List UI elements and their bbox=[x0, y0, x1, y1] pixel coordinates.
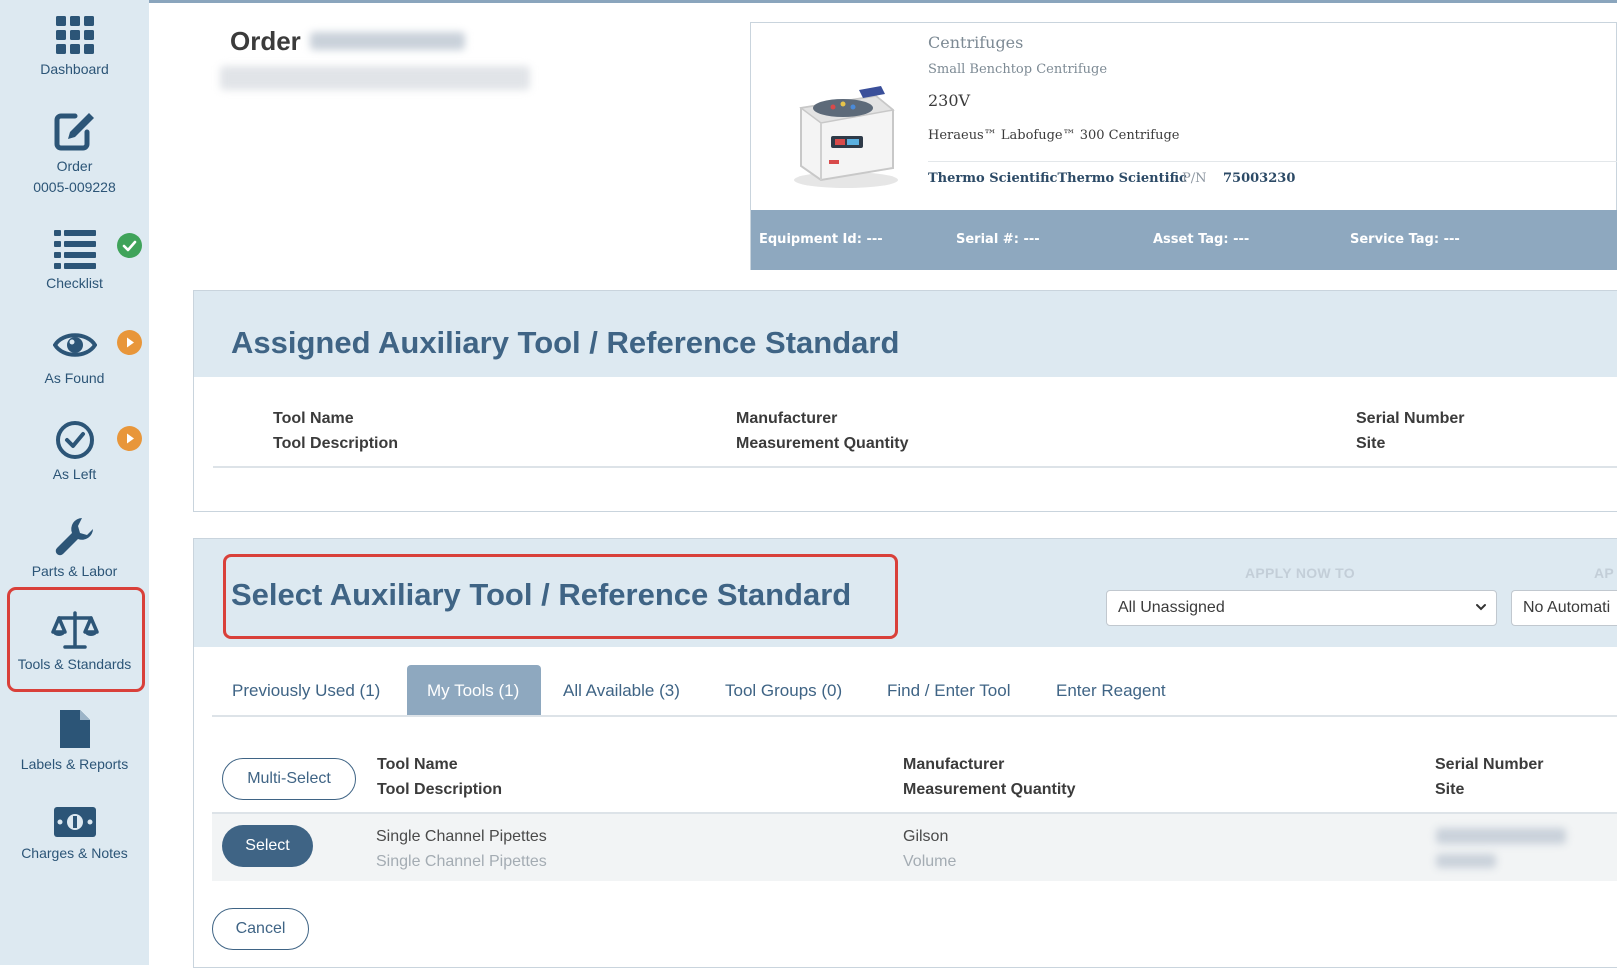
sidebar-item-label: Checklist bbox=[46, 275, 103, 291]
redacted-order-subtitle bbox=[220, 66, 530, 90]
sidebar-item-parts-labor[interactable]: Parts & Labor bbox=[0, 515, 149, 582]
apply-now-select[interactable]: All Unassigned bbox=[1106, 590, 1497, 626]
title-highlight bbox=[223, 554, 898, 639]
tab-all-available[interactable]: All Available (3) bbox=[563, 665, 680, 717]
service-tag-field: Service Tag: --- bbox=[1350, 232, 1460, 247]
grid-icon bbox=[55, 16, 94, 54]
sidebar-item-dashboard[interactable]: Dashboard bbox=[0, 15, 149, 80]
money-icon bbox=[53, 807, 96, 837]
measurement-quantity: Volume bbox=[903, 853, 957, 870]
equipment-voltage: 230V bbox=[928, 91, 971, 110]
wrench-icon bbox=[55, 518, 93, 556]
edit-icon bbox=[54, 113, 94, 151]
equipment-manufacturer: Thermo ScientificThermo Scientific bbox=[928, 171, 1187, 186]
apply-label-2: AP bbox=[1594, 565, 1615, 581]
complete-status-icon bbox=[117, 233, 142, 258]
sidebar-item-labels-reports[interactable]: Labels & Reports bbox=[0, 708, 149, 775]
column-header-manufacturer: Manufacturer Measurement Quantity bbox=[736, 410, 909, 452]
order-title: Order bbox=[230, 26, 301, 56]
equipment-subcategory: Small Benchtop Centrifuge bbox=[928, 62, 1108, 77]
part-number: 75003230 bbox=[1223, 171, 1296, 186]
pending-status-icon bbox=[117, 330, 142, 355]
divider bbox=[213, 466, 1617, 468]
column-header-tool: Tool Name Tool Description bbox=[273, 410, 399, 452]
sidebar-item-label: Charges & Notes bbox=[21, 845, 128, 861]
column-header-serial: Serial Number Site bbox=[1435, 756, 1544, 798]
equipment-card: Centrifuges Small Benchtop Centrifuge 23… bbox=[750, 22, 1617, 270]
document-icon bbox=[59, 710, 90, 748]
check-circle-icon bbox=[55, 421, 94, 459]
tool-name: Single Channel Pipettes bbox=[376, 828, 547, 845]
list-icon bbox=[53, 230, 96, 269]
assigned-tools-panel: Assigned Auxiliary Tool / Reference Stan… bbox=[193, 290, 1617, 512]
sidebar-item-label: Parts & Labor bbox=[31, 563, 118, 579]
tool-manufacturer: Gilson bbox=[903, 828, 949, 845]
equipment-id-field: Equipment Id: --- bbox=[759, 232, 883, 247]
selected-nav-highlight bbox=[7, 587, 145, 692]
column-header-serial: Serial Number Site bbox=[1356, 410, 1465, 452]
pending-status-icon bbox=[117, 426, 142, 451]
multi-select-button[interactable]: Multi-Select bbox=[222, 758, 356, 800]
eye-icon bbox=[52, 333, 97, 357]
redacted-site bbox=[1436, 854, 1496, 868]
column-header-tool: Tool Name Tool Description bbox=[377, 756, 503, 798]
tabs-divider bbox=[212, 715, 1617, 717]
apply-now-label: APPLY NOW TO bbox=[1245, 565, 1355, 581]
cancel-button[interactable]: Cancel bbox=[212, 908, 309, 950]
select-button[interactable]: Select bbox=[222, 825, 313, 867]
tab-previously-used[interactable]: Previously Used (1) bbox=[232, 665, 380, 717]
tab-tool-groups[interactable]: Tool Groups (0) bbox=[725, 665, 842, 717]
centrifuge-image bbox=[794, 86, 898, 188]
equipment-category: Centrifuges bbox=[928, 33, 1024, 52]
redacted-order-number bbox=[310, 32, 465, 50]
sidebar-item-charges-notes[interactable]: Charges & Notes bbox=[0, 805, 149, 864]
tool-description: Single Channel Pipettes bbox=[376, 853, 547, 870]
table-row: Select Single Channel Pipettes Single Ch… bbox=[212, 812, 1617, 881]
column-header-manufacturer: Manufacturer Measurement Quantity bbox=[903, 756, 1076, 798]
chevron-down-icon bbox=[1476, 604, 1486, 611]
sidebar-item-order[interactable]: Order 0005-009228 bbox=[0, 110, 149, 198]
divider bbox=[928, 161, 1617, 162]
tab-enter-reagent[interactable]: Enter Reagent bbox=[1056, 665, 1166, 717]
part-number-label: P/N bbox=[1182, 171, 1207, 186]
asset-tag-field: Asset Tag: --- bbox=[1153, 232, 1250, 247]
sidebar: Dashboard Order 0005-009228 Checklist As bbox=[0, 0, 149, 965]
serial-field: Serial #: --- bbox=[956, 232, 1040, 247]
sidebar-item-label: Labels & Reports bbox=[20, 756, 129, 772]
sidebar-item-label: As Left bbox=[52, 466, 97, 482]
tab-my-tools[interactable]: My Tools (1) bbox=[407, 665, 541, 717]
equipment-model: Heraeus™ Labofuge™ 300 Centrifuge bbox=[928, 128, 1180, 143]
sidebar-item-label: As Found bbox=[44, 370, 105, 386]
top-border bbox=[0, 0, 1617, 3]
sidebar-item-label: Order 0005-009228 bbox=[33, 158, 116, 195]
equipment-id-bar: Equipment Id: --- Serial #: --- Asset Ta… bbox=[751, 210, 1617, 270]
redacted-serial-number bbox=[1436, 828, 1566, 844]
assigned-panel-title: Assigned Auxiliary Tool / Reference Stan… bbox=[231, 325, 900, 360]
tab-find-enter-tool[interactable]: Find / Enter Tool bbox=[887, 665, 1010, 717]
assigned-panel-header: Assigned Auxiliary Tool / Reference Stan… bbox=[194, 291, 1617, 377]
automation-select[interactable]: No Automati bbox=[1511, 590, 1617, 626]
sidebar-item-label: Dashboard bbox=[40, 61, 109, 77]
